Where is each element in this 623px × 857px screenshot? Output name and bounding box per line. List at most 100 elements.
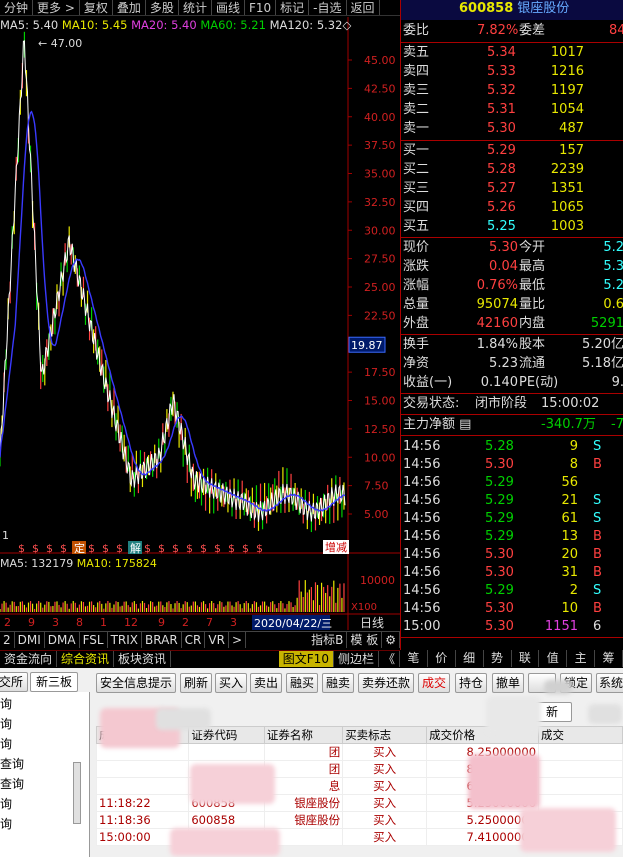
trade-button-12[interactable]: 系统 (596, 673, 623, 693)
left-menu-item[interactable]: 询 (0, 695, 12, 712)
sell-row[interactable]: 卖二 5.31 1054 (401, 101, 623, 119)
indicator-tab-7[interactable]: VR (205, 632, 229, 648)
kline-chart[interactable]: 45.0042.5040.0037.5035.0032.5030.0027.50… (0, 0, 400, 635)
toolbar-item-6[interactable]: 画线 (212, 0, 245, 15)
corner-label[interactable]: 增减 (325, 540, 347, 554)
period-label[interactable]: 日线 (360, 616, 384, 630)
side-tab-1[interactable]: 价 (428, 650, 456, 667)
table-header-cell[interactable]: 证券名称 (263, 726, 344, 744)
indicator-tab-2[interactable]: DMA (45, 632, 80, 648)
indicator-b-button[interactable]: 指标B (308, 632, 348, 648)
table-header-cell[interactable]: 买卖标志 (342, 726, 428, 744)
weibi-label: 委比 (403, 23, 430, 38)
event-marker[interactable]: $ (18, 542, 25, 555)
indicator-tab-6[interactable]: CR (182, 632, 206, 648)
info-right-2[interactable]: 《 (379, 651, 400, 667)
info-tab-2[interactable]: 板块资讯 (114, 651, 172, 667)
ma-settings-icon[interactable]: ◇ (342, 18, 351, 32)
toolbar-item-9[interactable]: -自选 (309, 0, 347, 15)
side-tab-6[interactable]: 主 (567, 650, 596, 667)
buy-row[interactable]: 买五 5.25 1003 (401, 218, 623, 236)
trade-button-6[interactable]: 卖券还款 (358, 673, 414, 693)
event-marker[interactable]: 解 (130, 541, 141, 555)
trade-button-0[interactable]: 安全信息提示 (96, 673, 176, 693)
event-marker[interactable]: 定 (74, 541, 85, 555)
left-menu-item[interactable]: 查询 (0, 755, 24, 772)
event-marker[interactable]: $ (60, 542, 67, 555)
month-tick: 2 (4, 616, 11, 629)
toolbar-item-10[interactable]: 返回 (347, 0, 380, 15)
info-tab-0[interactable]: 资金流向 (0, 651, 58, 667)
event-marker[interactable]: $ (214, 542, 221, 555)
trade-button-5[interactable]: 融卖 (322, 673, 354, 693)
toolbar-item-4[interactable]: 多股 (146, 0, 179, 15)
toolbar-item-5[interactable]: 统计 (179, 0, 212, 15)
trade-button-9[interactable]: 撤单 (492, 673, 524, 693)
trade-button-3[interactable]: 卖出 (250, 673, 282, 693)
event-marker[interactable]: $ (88, 542, 95, 555)
buy-row[interactable]: 买三 5.27 1351 (401, 180, 623, 198)
event-marker[interactable]: $ (144, 542, 151, 555)
main-net-row[interactable]: 主力净额 ▤ -340.7万 -7 (401, 416, 623, 434)
trade-button-4[interactable]: 融买 (286, 673, 318, 693)
left-scrollbar[interactable] (73, 762, 81, 824)
event-marker[interactable]: $ (200, 542, 207, 555)
buy-row[interactable]: 买四 5.26 1065 (401, 199, 623, 217)
table-row[interactable]: 息买入6.34000000 (95, 777, 623, 795)
trade-button-1[interactable]: 刷新 (180, 673, 212, 693)
indicator-tab-8[interactable]: > (229, 632, 246, 648)
buy-row[interactable]: 买一 5.29 157 (401, 142, 623, 160)
event-marker[interactable]: $ (102, 542, 109, 555)
event-marker[interactable]: $ (116, 542, 123, 555)
side-tab-7[interactable]: 筹 (595, 650, 623, 667)
trade-button-8[interactable]: 持仓 (455, 673, 487, 693)
trade-button-2[interactable]: 买入 (215, 673, 247, 693)
left-menu-item[interactable]: 询 (0, 735, 12, 752)
left-menu-item[interactable]: 询 (0, 715, 12, 732)
toolbar-item-1[interactable]: 更多 > (33, 0, 80, 15)
left-menu-item[interactable]: 询 (0, 795, 12, 812)
toolbar-item-0[interactable]: 分钟 (0, 0, 34, 15)
left-menu-item[interactable]: 查询 (0, 775, 24, 792)
event-marker[interactable]: $ (32, 542, 39, 555)
toolbar-item-3[interactable]: 叠加 (113, 0, 146, 15)
left-tab-1[interactable]: 新三板 (30, 672, 78, 692)
event-marker[interactable]: $ (242, 542, 249, 555)
sell-row[interactable]: 卖三 5.32 1197 (401, 82, 623, 100)
table-row[interactable]: 团买入8.25000000 (95, 760, 623, 778)
event-marker[interactable]: $ (46, 542, 53, 555)
side-tab-5[interactable]: 值 (539, 650, 568, 667)
event-marker[interactable]: $ (256, 542, 263, 555)
side-tab-0[interactable]: 笔 (400, 650, 428, 667)
indicator-tab-1[interactable]: DMI (15, 632, 45, 648)
indicator-tab-5[interactable]: BRAR (142, 632, 182, 648)
info-tab-1[interactable]: 综合资讯 (57, 651, 115, 667)
event-marker[interactable]: $ (158, 542, 165, 555)
toolbar-item-8[interactable]: 标记 (276, 0, 310, 15)
event-marker[interactable]: $ (228, 542, 235, 555)
side-tab-2[interactable]: 细 (456, 650, 484, 667)
info-right-0[interactable]: 图文F10 (278, 651, 334, 667)
sell-row[interactable]: 卖四 5.33 1216 (401, 63, 623, 81)
trade-window: 交所 新三板询询询查询 查询询询安全信息提示 刷新 买入 卖出 融买 融卖 卖券还款 成交 持仓 撤单… (0, 668, 623, 857)
indicator-tab-4[interactable]: TRIX (108, 632, 143, 648)
buy-row[interactable]: 买二 5.28 2239 (401, 161, 623, 179)
sell-row[interactable]: 卖一 5.30 487 (401, 120, 623, 138)
tick-price: 5.28 (485, 439, 514, 454)
indicator-tab-0[interactable]: 2 (0, 632, 15, 648)
table-header-cell[interactable]: 成交 (538, 726, 623, 744)
side-tab-4[interactable]: 联 (512, 650, 540, 667)
event-marker[interactable]: $ (186, 542, 193, 555)
side-tab-3[interactable]: 势 (484, 650, 512, 667)
toolbar-item-2[interactable]: 复权 (80, 0, 113, 15)
left-menu-item[interactable]: 询 (0, 815, 12, 832)
toolbar-item-7[interactable]: F10 (245, 0, 277, 15)
info-right-1[interactable]: 侧边栏 (334, 651, 379, 667)
event-marker[interactable]: $ (172, 542, 179, 555)
left-tab-0[interactable]: 交所 (0, 672, 28, 692)
indicator-tab-3[interactable]: FSL (80, 632, 108, 648)
template-button[interactable]: 模 板 (347, 632, 383, 648)
gear-icon[interactable]: ⚙ (382, 632, 400, 648)
sell-row[interactable]: 卖五 5.34 1017 (401, 44, 623, 62)
trade-button-7[interactable]: 成交 (418, 673, 450, 693)
